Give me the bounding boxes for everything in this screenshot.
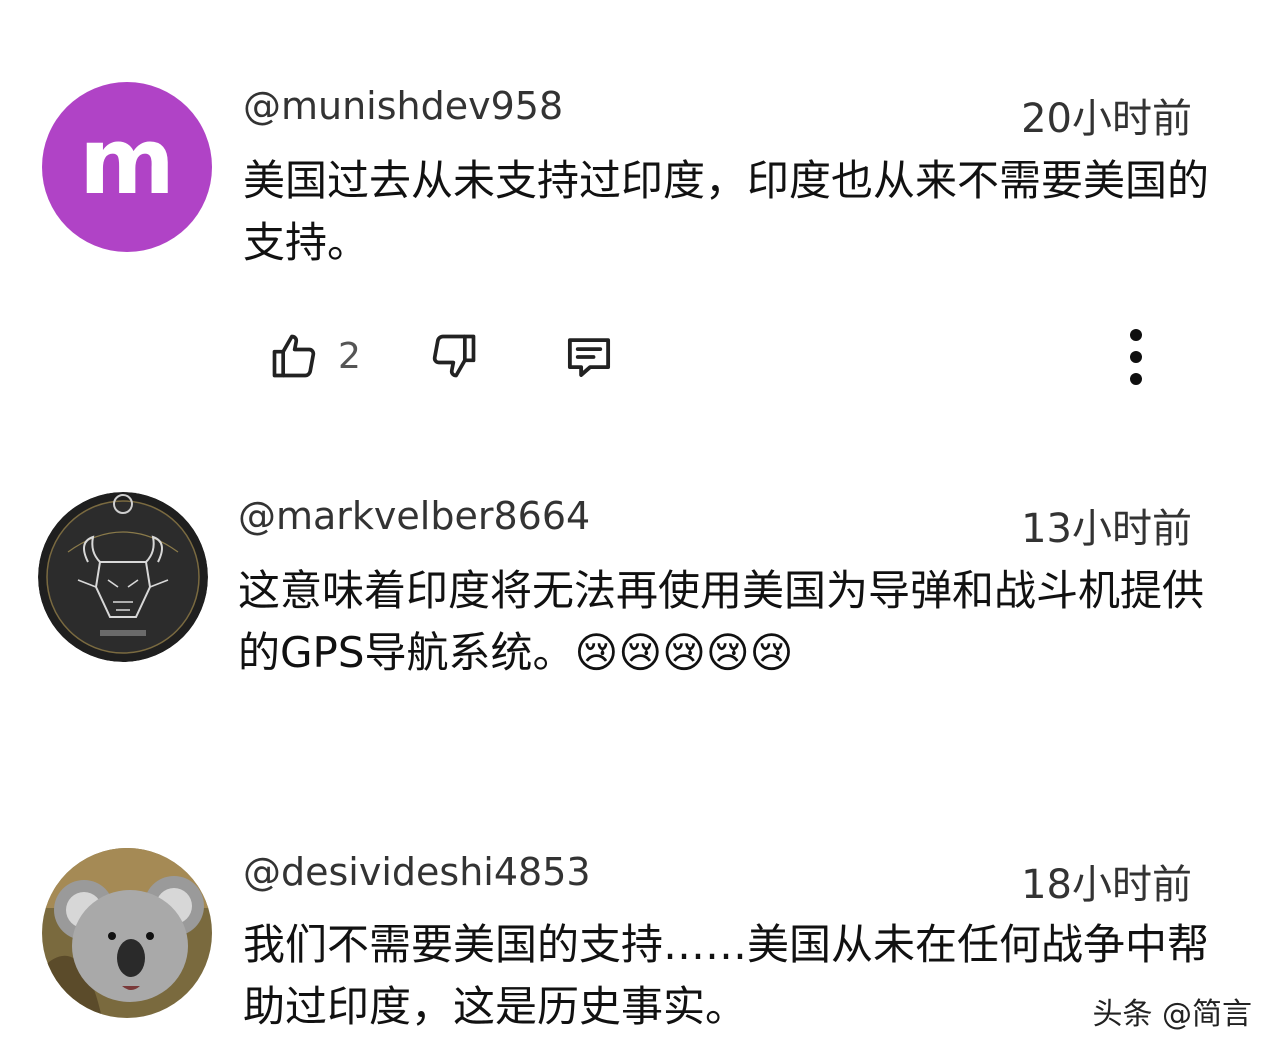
comment-author[interactable]: @markvelber8664 xyxy=(238,494,590,538)
avatar[interactable] xyxy=(42,848,212,1018)
avatar[interactable] xyxy=(38,492,208,662)
comment-author[interactable]: @desivideshi4853 xyxy=(243,850,591,894)
comment-time: 20小时前 xyxy=(1021,96,1192,142)
comment-time: 18小时前 xyxy=(1021,862,1192,908)
avatar-letter: m xyxy=(79,108,175,215)
comment-author[interactable]: @munishdev958 xyxy=(243,84,563,128)
more-options-button[interactable] xyxy=(1124,326,1148,390)
comment-actions: 2 xyxy=(268,329,1168,390)
watermark: 头条 @简言 xyxy=(1092,997,1252,1032)
avatar[interactable]: m xyxy=(42,82,212,252)
dislike-button[interactable] xyxy=(428,330,480,382)
like-count: 2 xyxy=(338,335,361,377)
like-button[interactable]: 2 xyxy=(268,330,361,382)
koala-photo-icon xyxy=(42,848,212,1018)
more-vertical-icon xyxy=(1130,329,1142,385)
bull-emblem-icon xyxy=(38,492,208,662)
thumbs-down-icon xyxy=(432,334,476,378)
comment-text: 美国过去从未支持过印度，印度也从来不需要美国的支持。 xyxy=(243,156,1210,267)
reply-button[interactable] xyxy=(562,330,616,384)
comment-time: 13小时前 xyxy=(1021,506,1192,552)
thumbs-up-icon xyxy=(272,334,316,378)
reply-icon xyxy=(567,338,611,377)
comment-text: 我们不需要美国的支持……美国从未在任何战争中帮助过印度，这是历史事实。 xyxy=(243,920,1210,1031)
comment-text: 这意味着印度将无法再使用美国为导弹和战斗机提供的GPS导航系统。😢😢😢😢😢 xyxy=(238,566,1205,677)
